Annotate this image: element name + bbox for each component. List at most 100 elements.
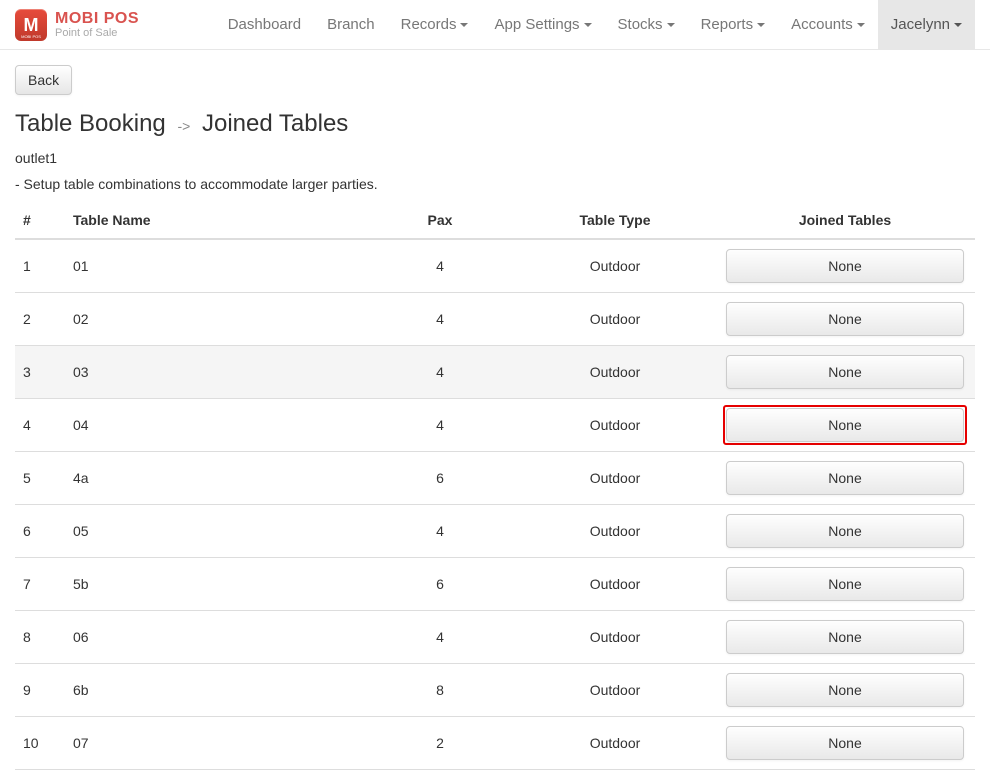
joined-tables-button[interactable]: None — [726, 408, 964, 442]
nav-item-label: Accounts — [791, 16, 853, 33]
joined-tables-button[interactable]: None — [726, 514, 964, 548]
joined-button-wrap: None — [723, 299, 967, 339]
breadcrumb-part1: Table Booking — [15, 110, 166, 137]
tables-list: # Table Name Pax Table Type Joined Table… — [15, 202, 975, 774]
cell-pax: 8 — [365, 664, 515, 717]
chevron-down-icon — [857, 23, 865, 27]
joined-tables-button[interactable]: None — [726, 567, 964, 601]
cell-table-type: Outdoor — [515, 664, 715, 717]
cell-table-type: Outdoor — [515, 770, 715, 774]
joined-button-wrap: None — [723, 564, 967, 604]
cell-num: 7 — [15, 558, 65, 611]
nav-item-label: Branch — [327, 16, 375, 33]
nav-item-label: Reports — [701, 16, 754, 33]
cell-table-name: 02 — [65, 293, 365, 346]
joined-tables-button[interactable]: None — [726, 726, 964, 760]
cell-num: 10 — [15, 717, 65, 770]
table-row: 4044OutdoorNone — [15, 399, 975, 452]
brand-tagline: Point of Sale — [55, 27, 139, 39]
brand[interactable]: M MOBI POS MOBI POS Point of Sale — [15, 9, 139, 41]
table-row: 3034OutdoorNone — [15, 346, 975, 399]
table-row: 2024OutdoorNone — [15, 293, 975, 346]
cell-joined: None — [715, 717, 975, 770]
brand-logo-icon: M MOBI POS — [15, 9, 47, 41]
cell-num: 5 — [15, 452, 65, 505]
cell-table-type: Outdoor — [515, 399, 715, 452]
nav-item-app-settings[interactable]: App Settings — [481, 0, 604, 49]
nav-item-dashboard[interactable]: Dashboard — [215, 0, 314, 49]
cell-table-type: Outdoor — [515, 505, 715, 558]
cell-table-type: Outdoor — [515, 239, 715, 293]
nav-item-label: App Settings — [494, 16, 579, 33]
cell-table-name: 05 — [65, 505, 365, 558]
page-description: - Setup table combinations to accommodat… — [15, 176, 975, 192]
back-button[interactable]: Back — [15, 65, 72, 95]
nav-item-reports[interactable]: Reports — [688, 0, 779, 49]
joined-tables-button[interactable]: None — [726, 461, 964, 495]
cell-table-type: Outdoor — [515, 346, 715, 399]
cell-num: 4 — [15, 399, 65, 452]
nav-item-accounts[interactable]: Accounts — [778, 0, 878, 49]
cell-table-type: Outdoor — [515, 293, 715, 346]
nav-item-label: Dashboard — [228, 16, 301, 33]
chevron-down-icon — [584, 23, 592, 27]
joined-button-wrap: None — [723, 405, 967, 445]
table-row: 96b8Outdoor None — [15, 664, 975, 717]
table-row: 10072OutdoorNone — [15, 717, 975, 770]
cell-pax: 4 — [365, 239, 515, 293]
col-header-pax: Pax — [365, 202, 515, 239]
joined-button-wrap: None — [723, 352, 967, 392]
outlet-label: outlet1 — [15, 150, 975, 166]
cell-pax: 6 — [365, 452, 515, 505]
cell-joined: None — [715, 239, 975, 293]
joined-tables-button[interactable]: None — [726, 673, 964, 707]
brand-title: MOBI POS — [55, 10, 139, 28]
cell-table-name: 08 — [65, 770, 365, 774]
nav-user-label: Jacelynn — [891, 16, 950, 33]
nav-item-records[interactable]: Records — [388, 0, 482, 49]
cell-joined: None — [715, 293, 975, 346]
chevron-down-icon — [954, 23, 962, 27]
col-header-num: # — [15, 202, 65, 239]
joined-button-wrap: None — [723, 670, 967, 710]
cell-pax: 4 — [365, 399, 515, 452]
nav-item-label: Records — [401, 16, 457, 33]
chevron-down-icon — [757, 23, 765, 27]
breadcrumb-part2: Joined Tables — [202, 110, 348, 137]
joined-button-wrap: None — [723, 458, 967, 498]
cell-table-name: 4a — [65, 452, 365, 505]
nav-item-label: Stocks — [618, 16, 663, 33]
breadcrumb-separator: -> — [177, 118, 190, 134]
cell-table-type: Outdoor — [515, 558, 715, 611]
cell-joined: None — [715, 399, 975, 452]
col-header-name: Table Name — [65, 202, 365, 239]
table-row: 1014OutdoorNone — [15, 239, 975, 293]
joined-button-wrap: None — [723, 511, 967, 551]
cell-table-name: 6b — [65, 664, 365, 717]
col-header-type: Table Type — [515, 202, 715, 239]
nav-item-stocks[interactable]: Stocks — [605, 0, 688, 49]
nav-user-menu[interactable]: Jacelynn — [878, 0, 975, 49]
cell-num: 9 — [15, 664, 65, 717]
joined-tables-button[interactable]: None — [726, 249, 964, 283]
joined-tables-button[interactable]: None — [726, 620, 964, 654]
nav-item-branch[interactable]: Branch — [314, 0, 388, 49]
cell-table-type: Outdoor — [515, 452, 715, 505]
joined-tables-button[interactable]: None — [726, 355, 964, 389]
cell-joined: None — [715, 452, 975, 505]
joined-tables-button[interactable]: None — [726, 302, 964, 336]
joined-button-wrap: None — [723, 723, 967, 763]
cell-table-type: Outdoor — [515, 611, 715, 664]
cell-joined: None — [715, 558, 975, 611]
col-header-joined: Joined Tables — [715, 202, 975, 239]
cell-table-name: 03 — [65, 346, 365, 399]
table-row: 75b6OutdoorNone — [15, 558, 975, 611]
cell-num: 11 — [15, 770, 65, 774]
cell-joined: None — [715, 346, 975, 399]
cell-pax: 4 — [365, 346, 515, 399]
cell-table-name: 01 — [65, 239, 365, 293]
cell-table-name: 07 — [65, 717, 365, 770]
cell-num: 2 — [15, 293, 65, 346]
cell-joined: None — [715, 770, 975, 774]
joined-button-wrap: None — [723, 617, 967, 657]
